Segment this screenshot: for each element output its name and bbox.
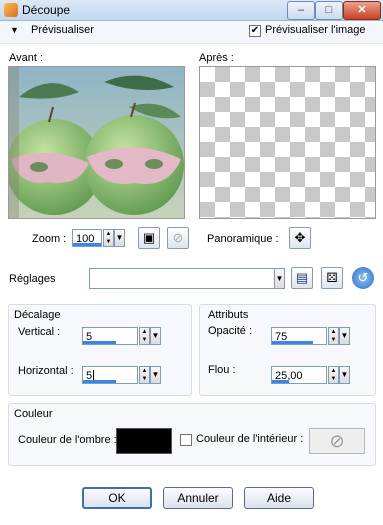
preview-image-checkbox[interactable]: ✔ [249,25,261,37]
zoom-dropdown-arrow-icon[interactable]: ▼ [114,229,125,247]
zoom-fit-icon[interactable]: ▣ [138,227,160,249]
before-label: Avant : [9,52,44,64]
inner-color-label[interactable]: Couleur de l'intérieur : [196,433,303,445]
cancel-button[interactable]: Annuler [163,487,233,509]
blur-slider-bar[interactable] [272,380,290,383]
horizontal-label: Horizontal : [18,365,74,377]
before-preview-image[interactable] [8,66,185,219]
opacity-label: Opacité : [208,325,253,337]
maximize-button[interactable]: □ [315,1,343,20]
vertical-dropdown-arrow-icon[interactable]: ▼ [150,327,161,345]
vertical-slider-bar[interactable] [83,341,117,344]
pan-label: Panoramique : [207,233,279,245]
close-button[interactable]: ✕ [343,1,381,20]
save-preset-icon[interactable]: ▤ [291,267,313,289]
zoom-input[interactable]: 100 [72,229,102,247]
horizontal-dropdown-arrow-icon[interactable]: ▼ [150,366,161,384]
offset-group-title: Décalage [14,309,61,321]
opacity-input[interactable]: 75 [271,327,327,345]
preview-image-label[interactable]: Prévisualiser l'image [265,24,366,36]
color-group-title: Couleur [14,408,53,420]
presets-label: Réglages [9,273,56,285]
opacity-stepper[interactable]: ▲ ▼ [328,327,339,345]
vertical-stepper[interactable]: ▲ ▼ [139,327,150,345]
minimize-button[interactable]: – [287,1,315,20]
horizontal-stepper[interactable]: ▲ ▼ [139,366,150,384]
zoom-100-icon[interactable]: ⊘ [167,227,189,249]
zoom-bar [73,243,101,246]
random-dice-icon[interactable]: ⚄ [321,267,343,289]
inner-color-checkbox[interactable] [180,434,192,446]
after-label: Après : [199,52,234,64]
horizontal-input[interactable]: 5 [82,366,138,384]
app-icon [4,3,18,17]
preview-toggle-label[interactable]: Prévisualiser [31,24,94,36]
vertical-input[interactable]: 5 [82,327,138,345]
horizontal-slider-bar[interactable] [83,380,117,383]
presets-dropdown-arrow-icon[interactable]: ▼ [274,268,285,289]
presets-combo[interactable] [89,268,275,289]
window-title: Découpe [22,3,71,17]
reset-icon[interactable]: ↺ [352,267,374,289]
zoom-stepper[interactable]: ▲ ▼ [103,229,114,247]
collapse-arrow-icon[interactable]: ▼ [10,25,19,35]
vertical-label: Vertical : [18,326,61,338]
blur-input[interactable]: 25,00 [271,366,327,384]
blur-stepper[interactable]: ▲ ▼ [328,366,339,384]
zoom-label: Zoom : [32,233,67,245]
shadow-color-label: Couleur de l'ombre : [18,434,117,446]
attributes-group-title: Attributs [208,309,249,321]
opacity-dropdown-arrow-icon[interactable]: ▼ [339,327,350,345]
help-button[interactable]: Aide [244,487,314,509]
opacity-slider-bar[interactable] [272,341,313,344]
shadow-color-swatch[interactable] [116,428,172,454]
blur-label: Flou : [208,364,236,376]
pan-move-icon[interactable]: ✥ [289,227,311,249]
after-preview-image[interactable] [199,66,376,219]
blur-dropdown-arrow-icon[interactable]: ▼ [339,366,350,384]
ok-button[interactable]: OK [82,487,152,509]
inner-color-disabled-icon[interactable]: ⊘ [309,428,365,454]
